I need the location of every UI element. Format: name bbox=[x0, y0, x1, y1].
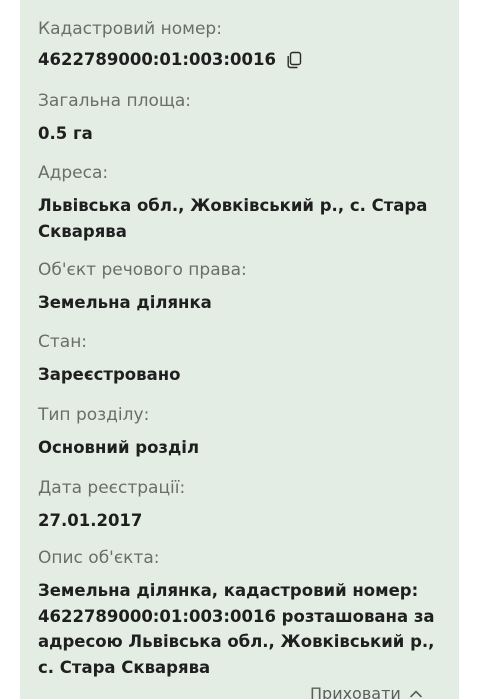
object-type-label: Об'єкт речового права: bbox=[38, 260, 247, 280]
object-type-value: Земельна ділянка bbox=[38, 293, 212, 312]
registration-date-label: Дата реєстрації: bbox=[38, 478, 186, 498]
cadastral-number-field: Кадастровий номер: 4622789000:01:003:001… bbox=[38, 17, 448, 73]
cadastral-number-label: Кадастровий номер: bbox=[38, 19, 222, 39]
registration-date-value: 27.01.2017 bbox=[38, 511, 143, 530]
status-field: Стан: Зареєстровано bbox=[38, 330, 448, 388]
section-type-field: Тип розділу: Основний розділ bbox=[38, 403, 448, 461]
section-type-label: Тип розділу: bbox=[38, 405, 150, 425]
status-value: Зареєстровано bbox=[38, 365, 181, 384]
cadastral-number-value: 4622789000:01:003:0016 bbox=[38, 50, 276, 69]
chevron-up-icon bbox=[409, 689, 422, 698]
status-label: Стан: bbox=[38, 332, 88, 352]
cadastral-number-row: 4622789000:01:003:0016 bbox=[38, 47, 448, 73]
collapse-button[interactable]: Приховати bbox=[310, 684, 423, 699]
object-details-card: Кадастровий номер: 4622789000:01:003:001… bbox=[20, 0, 459, 699]
registration-date-field: Дата реєстрації: 27.01.2017 bbox=[38, 476, 448, 534]
description-label: Опис об'єкта: bbox=[38, 548, 160, 568]
description-field: Опис об'єкта: Земельна ділянка, кадастро… bbox=[38, 546, 448, 680]
address-label: Адреса: bbox=[38, 163, 109, 183]
description-value: Земельна ділянка, кадастровий номер: 462… bbox=[38, 581, 435, 677]
object-type-field: Об'єкт речового права: Земельна ділянка bbox=[38, 258, 448, 316]
copy-icon bbox=[287, 51, 302, 68]
area-label: Загальна площа: bbox=[38, 91, 192, 111]
address-field: Адреса: Львівська обл., Жовківський р., … bbox=[38, 161, 448, 244]
section-type-value: Основний розділ bbox=[38, 438, 200, 457]
collapse-label: Приховати bbox=[310, 684, 401, 699]
area-field: Загальна площа: 0.5 га bbox=[38, 89, 448, 147]
copy-cadastral-number-button[interactable] bbox=[285, 51, 303, 69]
area-value: 0.5 га bbox=[38, 124, 93, 143]
address-value: Львівська обл., Жовківський р., с. Стара… bbox=[38, 196, 428, 241]
